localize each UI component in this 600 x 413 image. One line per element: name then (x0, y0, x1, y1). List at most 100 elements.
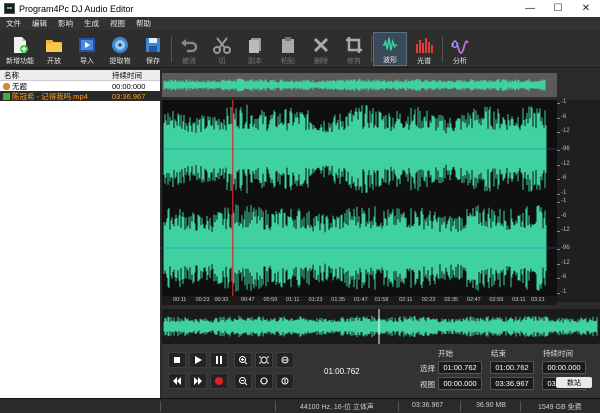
timeline-label: 01:11 (286, 297, 300, 303)
status-divider (520, 401, 521, 412)
zoom-horizontal-button[interactable] (276, 352, 294, 368)
pause-button[interactable] (210, 352, 228, 368)
spectrum-icon (416, 38, 433, 53)
transport-panel: 01:00.762 开始 结束 持续时间 选择 视图 01:00.762 01:… (162, 344, 600, 398)
new-button[interactable]: 新增功能 (3, 32, 37, 66)
column-duration[interactable]: 持续时间 (112, 70, 160, 81)
zoom-selection-button[interactable] (255, 352, 273, 368)
delete-button[interactable]: 删除 (304, 32, 338, 66)
select-label: 选择 (420, 364, 435, 373)
paste-button[interactable]: 粘贴 (271, 32, 305, 66)
fast-forward-button[interactable] (189, 373, 207, 389)
save-icon (146, 38, 160, 52)
maximize-button[interactable]: ☐ (544, 0, 572, 17)
zoom-vertical-button[interactable] (276, 373, 294, 389)
video-file-icon (3, 92, 10, 100)
trim-button[interactable]: 修剪 (337, 32, 371, 66)
main-waveform[interactable] (162, 100, 557, 298)
scale-tick (557, 248, 560, 250)
scale-tick (557, 230, 560, 232)
stop-icon (174, 357, 180, 363)
tray-label: 数站 (567, 379, 581, 387)
scale-tick (557, 102, 560, 104)
overview-waveform[interactable] (162, 70, 600, 100)
select-start-field[interactable]: 01:00.762 (438, 361, 482, 374)
close-button[interactable]: ✕ (572, 0, 600, 17)
menu-generate[interactable]: 生成 (84, 18, 99, 29)
timeline-label: 03:21 (531, 297, 545, 303)
window-title: Program4Pc DJ Audio Editor (19, 3, 134, 14)
toolbar: 新增功能 开放 导入 提取物 保存 撤消 切 副本 粘贴 删除 修剪 波形 光谱… (0, 30, 600, 68)
scissors-icon (213, 37, 231, 54)
scale-label: -6 (561, 113, 567, 120)
overview-waveform-svg (162, 73, 557, 97)
toolbar-separator (371, 36, 372, 62)
waveform-button[interactable]: 波形 (373, 32, 407, 66)
scale-label: -96 (561, 244, 570, 251)
select-duration-field[interactable]: 00:00.000 (542, 361, 586, 374)
timeline-label: 02:11 (399, 297, 413, 303)
scale-label: -6 (561, 212, 567, 219)
zoom-selection-icon (259, 356, 269, 364)
zoom-fit-button[interactable] (255, 373, 273, 389)
analyze-button[interactable]: 分析 (443, 32, 477, 66)
timeline-label: 00:23 (195, 297, 210, 303)
tray-button[interactable]: 数站 (556, 377, 592, 388)
disc-icon (112, 37, 128, 53)
spectrum-button[interactable]: 光谱 (407, 32, 441, 66)
save-button[interactable]: 保存 (136, 32, 170, 66)
zoom-vertical-icon (281, 377, 289, 385)
status-divider (398, 401, 399, 412)
waveform-icon (382, 37, 398, 51)
spectrum-label: 光谱 (417, 58, 431, 65)
stop-button[interactable] (168, 352, 186, 368)
undo-button[interactable]: 撤消 (172, 32, 206, 66)
view-label: 视图 (420, 380, 435, 389)
list-item[interactable]: 无题 00:00:000 (0, 81, 160, 91)
open-button[interactable]: 开放 (37, 32, 71, 66)
start-label: 开始 (438, 349, 453, 358)
menu-help[interactable]: 帮助 (136, 18, 151, 29)
menu-file[interactable]: 文件 (6, 18, 21, 29)
delete-icon (313, 37, 329, 53)
rewind-button[interactable] (168, 373, 186, 389)
menu-edit[interactable]: 编辑 (32, 18, 47, 29)
navigator-waveform-svg (163, 309, 598, 344)
zoom-out-button[interactable] (234, 373, 252, 389)
minimize-button[interactable]: — (516, 0, 544, 17)
timeline-label: 02:59 (489, 297, 504, 303)
select-end-field[interactable]: 01:00.762 (490, 361, 534, 374)
menu-effects[interactable]: 影响 (58, 18, 73, 29)
menu-bar: 文件 编辑 影响 生成 视图 帮助 (0, 17, 600, 30)
play-button[interactable] (189, 352, 207, 368)
cut-button[interactable]: 切 (205, 32, 239, 66)
zoom-in-button[interactable] (234, 352, 252, 368)
status-format: 44100 Hz, 16-位 立体声 (300, 404, 374, 411)
waveform-area[interactable]: -1 -6 -12 -96 -12 -6 -1 -1 -6 -12 -96 -12 -6 -1 (162, 70, 600, 302)
extract-button[interactable]: 提取物 (103, 32, 137, 66)
delete-label: 删除 (314, 58, 328, 65)
copy-label: 副本 (248, 58, 262, 65)
list-item[interactable]: 陈冠希 - 记得我吗.mp4 03:36.967 (0, 91, 160, 101)
view-start-field[interactable]: 00:00.000 (438, 377, 482, 390)
navigator-waveform[interactable] (162, 309, 600, 344)
timeline-label: 01:35 (331, 297, 346, 303)
view-end-field[interactable]: 03:36.967 (490, 377, 534, 390)
file-list-header: 名称 持续时间 (0, 70, 160, 81)
menu-view[interactable]: 视图 (110, 18, 125, 29)
pause-icon (216, 356, 222, 364)
scale-label: -6 (561, 175, 567, 182)
column-name[interactable]: 名称 (0, 70, 112, 81)
copy-button[interactable]: 副本 (238, 32, 272, 66)
scale-label: -12 (561, 226, 570, 233)
record-button[interactable] (210, 373, 228, 389)
timeline-label: 00:47 (240, 297, 255, 303)
undo-icon (181, 39, 198, 53)
scale-tick (557, 201, 560, 203)
zoom-in-icon (239, 356, 248, 365)
scale-label: -1 (561, 289, 567, 296)
import-button[interactable]: 导入 (70, 32, 104, 66)
import-label: 导入 (80, 58, 94, 65)
scale-label: -1 (561, 98, 567, 105)
timeline-ruler[interactable]: 00:11 00:23 00:33 00:47 00:59 01:11 01:23 01:35… (162, 296, 557, 305)
